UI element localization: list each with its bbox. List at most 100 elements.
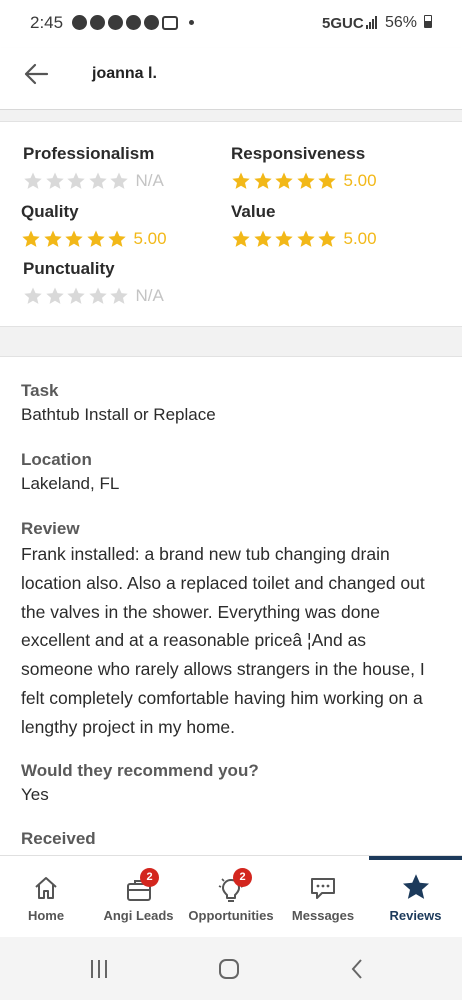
star-icon xyxy=(86,230,105,247)
nav-messages-label: Messages xyxy=(291,908,355,923)
rating-quality: Quality 5.00 xyxy=(21,202,167,249)
home-button-icon[interactable] xyxy=(217,957,241,981)
star-icon xyxy=(110,287,128,304)
nav-opportunities-label: Opportunities xyxy=(188,908,274,923)
star-icon xyxy=(43,230,62,247)
rating-value: 5.00 xyxy=(133,229,167,248)
star-icon xyxy=(88,287,107,304)
rating-label: Professionalism xyxy=(23,144,155,163)
received-field: Received xyxy=(21,828,441,850)
star-icon xyxy=(67,287,85,304)
app-header: joanna l. xyxy=(0,48,462,110)
review-label: Review xyxy=(21,519,80,538)
star-icon xyxy=(275,230,293,247)
page-title: joanna l. xyxy=(92,65,157,82)
messenger-notification-icon xyxy=(90,15,105,30)
chat-notification-icon xyxy=(72,15,87,30)
star-icon xyxy=(296,172,315,189)
divider xyxy=(0,326,462,357)
rating-value-category: Value 5.00 xyxy=(231,202,377,249)
star-icon xyxy=(24,172,42,189)
recommend-field: Would they recommend you? Yes xyxy=(21,760,441,806)
star-icon xyxy=(88,172,107,189)
rating-label: Punctuality xyxy=(23,259,115,278)
back-button-icon[interactable] xyxy=(346,957,370,981)
signal-icon xyxy=(366,16,377,29)
facebook-notification-icon xyxy=(144,15,159,30)
notification-icons xyxy=(72,15,194,30)
status-bar: 2:45 5GUC 56% xyxy=(0,0,462,48)
rating-label: Responsiveness xyxy=(231,144,366,163)
location-field: Location Lakeland, FL xyxy=(21,449,441,495)
divider xyxy=(0,110,462,122)
task-label: Task xyxy=(21,381,59,400)
opportunities-badge: 2 xyxy=(233,868,252,887)
review-text: Frank installed: a brand new tub changin… xyxy=(21,544,425,737)
star-rating: 5.00 xyxy=(21,229,167,249)
recommend-label: Would they recommend you? xyxy=(21,761,259,780)
received-label: Received xyxy=(21,829,96,848)
bottom-navigation: Home 2 Angi Leads 2 Opportunities Messag… xyxy=(0,855,462,937)
rating-label: Value xyxy=(231,202,276,221)
task-field: Task Bathtub Install or Replace xyxy=(21,380,441,426)
star-icon xyxy=(253,230,272,247)
location-value: Lakeland, FL xyxy=(21,474,120,493)
task-value: Bathtub Install or Replace xyxy=(21,405,216,424)
star-rating: 5.00 xyxy=(231,229,377,249)
battery-icon xyxy=(424,15,432,28)
system-navigation-bar xyxy=(0,937,462,1000)
more-notifications-icon xyxy=(189,20,194,25)
nav-angi-leads-label: Angi Leads xyxy=(103,908,174,923)
home-icon xyxy=(35,877,57,899)
review-field: Review Frank installed: a brand new tub … xyxy=(21,518,441,742)
rating-professionalism: Professionalism N/A xyxy=(23,144,164,191)
ratings-section: Professionalism N/A Responsiveness 5.00 … xyxy=(0,122,462,326)
messenger-notification-icon xyxy=(108,15,123,30)
nav-angi-leads[interactable]: 2 Angi Leads xyxy=(92,856,185,938)
rating-value: N/A xyxy=(135,286,164,305)
nav-home[interactable]: Home xyxy=(0,856,92,938)
star-icon xyxy=(108,230,126,247)
messenger-notification-icon xyxy=(126,15,141,30)
nav-reviews[interactable]: Reviews xyxy=(369,856,462,938)
review-details: Task Bathtub Install or Replace Location… xyxy=(0,357,462,855)
angi-leads-badge: 2 xyxy=(140,868,159,887)
nav-opportunities[interactable]: 2 Opportunities xyxy=(185,856,277,938)
nav-messages[interactable]: Messages xyxy=(277,856,369,938)
location-label: Location xyxy=(21,450,92,469)
star-icon xyxy=(318,172,336,189)
rating-responsiveness: Responsiveness 5.00 xyxy=(231,144,377,191)
battery-level: 56% xyxy=(385,14,418,31)
status-time: 2:45 xyxy=(30,13,64,32)
star-rating: N/A xyxy=(23,171,164,191)
network-type: 5GUC xyxy=(322,15,364,32)
star-icon xyxy=(45,287,64,304)
chat-icon xyxy=(311,878,335,899)
star-rating: N/A xyxy=(23,286,164,306)
rating-value: 5.00 xyxy=(343,171,377,190)
recent-apps-icon[interactable] xyxy=(87,957,111,981)
star-icon xyxy=(318,230,336,247)
recommend-value: Yes xyxy=(21,785,49,804)
star-icon xyxy=(402,874,429,899)
star-rating: 5.00 xyxy=(231,171,377,191)
rating-label: Quality xyxy=(21,202,79,221)
star-icon xyxy=(253,172,272,189)
star-icon xyxy=(232,230,250,247)
star-icon xyxy=(45,172,64,189)
star-icon xyxy=(24,287,42,304)
star-icon xyxy=(275,172,293,189)
star-icon xyxy=(232,172,250,189)
back-arrow-icon[interactable] xyxy=(22,60,50,88)
star-icon xyxy=(22,230,40,247)
rating-punctuality: Punctuality N/A xyxy=(23,259,164,306)
voicemail-notification-icon xyxy=(162,15,178,30)
star-icon xyxy=(65,230,83,247)
rating-value: 5.00 xyxy=(343,229,377,248)
star-icon xyxy=(296,230,315,247)
star-icon xyxy=(110,172,128,189)
star-icon xyxy=(67,172,85,189)
nav-reviews-label: Reviews xyxy=(389,908,442,923)
rating-value: N/A xyxy=(135,171,164,190)
nav-home-label: Home xyxy=(27,908,65,923)
